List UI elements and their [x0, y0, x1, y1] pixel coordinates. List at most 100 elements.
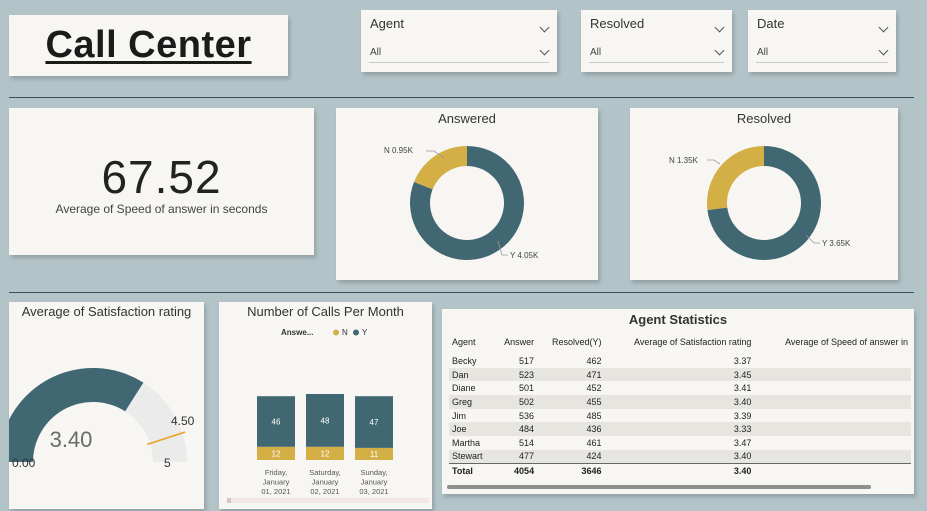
column-header-resolved[interactable]: Resolved(Y) — [537, 335, 604, 354]
column-header-answer[interactable]: Answer — [493, 335, 537, 354]
table-row[interactable]: Martha 514 461 3.47 — [449, 436, 911, 450]
table-title: Agent Statistics — [628, 312, 728, 327]
gauge-max-label: 5 — [164, 456, 171, 470]
bar-data-label: 46 — [272, 418, 281, 427]
cell-satisfaction-value: 3.39 — [733, 410, 752, 421]
cell-agent-name: Stewart — [452, 451, 483, 462]
slicer-agent[interactable]: Agent All — [361, 10, 557, 72]
x-tick-label: 02, 2021 — [310, 487, 339, 496]
legend-label-y[interactable]: Y — [362, 328, 368, 337]
scrollbar-thumb[interactable] — [227, 498, 231, 503]
table-body: Becky 517 462 3.37 Dan 523 471 3.45 Diane 501 452 3… — [449, 354, 911, 464]
chevron-down-icon[interactable] — [714, 22, 725, 33]
satisfaction-gauge-card[interactable]: Average of Satisfaction rating 3.40 0.00… — [9, 302, 204, 509]
legend-swatch-n — [333, 329, 339, 336]
table-row[interactable]: Jim 536 485 3.39 — [449, 409, 911, 423]
x-tick-label: Friday, — [265, 468, 287, 477]
chevron-down-icon[interactable] — [539, 45, 550, 56]
total-satisfaction: 3.40 — [604, 463, 755, 478]
bar-group[interactable]: 1246Friday,January01, 20211248Saturday,J… — [257, 394, 393, 496]
table-row[interactable]: Stewart 477 424 3.40 — [449, 449, 911, 464]
data-label-y: Y 3.65K — [822, 239, 851, 248]
data-label-n: N 1.35K — [669, 156, 699, 165]
slicer-label: Resolved — [590, 16, 645, 31]
column-header-speed[interactable]: Average of Speed of answer in — [754, 335, 911, 354]
kpi-caption: Average of Speed of answer in seconds — [55, 202, 268, 216]
divider — [369, 62, 549, 63]
slicer-value[interactable]: All — [757, 47, 768, 58]
cell-answer-count: 477 — [519, 451, 535, 462]
table-row[interactable]: Diane 501 452 3.41 — [449, 381, 911, 395]
page-title: Call Center — [45, 24, 252, 66]
slicer-value[interactable]: All — [370, 47, 381, 58]
x-tick-label: January — [312, 478, 339, 487]
table-row[interactable]: Dan 523 471 3.45 — [449, 367, 911, 382]
title-card: Call Center — [9, 15, 288, 76]
table-row[interactable]: Becky 517 462 3.37 — [449, 354, 911, 368]
cell-resolved-count: 485 — [586, 410, 602, 421]
total-speed — [754, 463, 911, 478]
x-tick-label: 03, 2021 — [359, 487, 388, 496]
donut-slices[interactable] — [707, 146, 821, 260]
cell-agent-name: Greg — [452, 396, 473, 407]
gauge-min-label: 0.00 — [12, 456, 36, 470]
chevron-down-icon[interactable] — [878, 22, 889, 33]
cell-speed-value — [754, 450, 911, 464]
x-tick-label: 01, 2021 — [261, 487, 290, 496]
chevron-down-icon[interactable] — [714, 45, 725, 56]
gauge-target-label: 4.50 — [171, 414, 195, 428]
chevron-down-icon[interactable] — [539, 22, 550, 33]
cell-speed-value — [754, 368, 911, 382]
column-header-agent[interactable]: Agent — [449, 335, 493, 354]
cell-speed-value — [754, 422, 911, 436]
chevron-down-icon[interactable] — [878, 45, 889, 56]
bar-data-label: 48 — [321, 416, 330, 425]
table-row[interactable]: Joe 484 436 3.33 — [449, 422, 911, 437]
bar-data-label: 11 — [370, 450, 379, 459]
table-header-row: Agent Answer Resolved(Y) Average of Sati… — [449, 335, 911, 354]
horizontal-scrollbar-thumb[interactable] — [447, 485, 871, 489]
answered-donut-chart: N 0.95K Y 4.05K — [384, 146, 539, 260]
data-label-n: N 0.95K — [384, 146, 414, 155]
calls-per-month-card[interactable]: Number of Calls Per Month Answe... N Y 1… — [219, 302, 432, 509]
cell-answer-count: 514 — [519, 437, 535, 448]
scrollbar[interactable] — [227, 498, 429, 503]
agent-statistics-table: Agent Answer Resolved(Y) Average of Sati… — [449, 335, 911, 478]
x-tick-label: January — [361, 478, 388, 487]
cell-satisfaction-value: 3.45 — [733, 369, 752, 380]
legend-label-n[interactable]: N — [342, 328, 348, 337]
cell-resolved-count: 436 — [586, 424, 602, 435]
column-header-satisfaction[interactable]: Average of Satisfaction rating — [605, 335, 755, 354]
cell-satisfaction-value: 3.33 — [733, 424, 752, 435]
resolved-donut-card[interactable]: Resolved N 1.35K Y 3.65K — [630, 108, 898, 280]
leader-line — [707, 159, 721, 165]
cell-agent-name: Jim — [452, 410, 466, 421]
resolved-donut-chart: N 1.35K Y 3.65K — [669, 146, 851, 260]
slicer-resolved[interactable]: Resolved All — [581, 10, 732, 72]
total-label: Total — [449, 463, 494, 478]
section-divider — [9, 97, 914, 98]
cell-resolved-count: 455 — [586, 396, 602, 407]
answered-donut-card[interactable]: Answered N 0.95K Y 4.05K — [336, 108, 598, 280]
legend-title: Answe... — [281, 328, 313, 337]
bar-data-label: 12 — [272, 449, 281, 458]
cell-agent-name: Dan — [452, 369, 469, 380]
cell-satisfaction-value: 3.37 — [733, 355, 752, 366]
donut-slice-n[interactable] — [707, 146, 764, 211]
divider — [756, 62, 888, 63]
cell-answer-count: 484 — [519, 424, 535, 435]
donut-slices[interactable] — [410, 146, 524, 260]
slicer-value[interactable]: All — [590, 47, 601, 58]
kpi-card[interactable]: 67.52 Average of Speed of answer in seco… — [9, 108, 314, 255]
agent-statistics-card[interactable]: Agent Statistics Agent Answer Resolved(Y… — [442, 309, 914, 494]
donut-slice-n[interactable] — [414, 146, 467, 190]
cell-speed-value — [754, 409, 911, 423]
calls-bar-chart: Answe... N Y 12 46 Friday, January 01, 2021 1… — [227, 328, 429, 503]
bar-data-label: 47 — [370, 418, 379, 427]
cell-answer-count: 517 — [519, 355, 535, 366]
kpi-value: 67.52 — [101, 151, 222, 203]
gauge-chart: 3.40 0.00 5 4.50 — [9, 368, 195, 470]
slicer-date[interactable]: Date All — [748, 10, 896, 72]
cell-agent-name: Becky — [452, 355, 477, 366]
table-row[interactable]: Greg 502 455 3.40 — [449, 395, 911, 409]
